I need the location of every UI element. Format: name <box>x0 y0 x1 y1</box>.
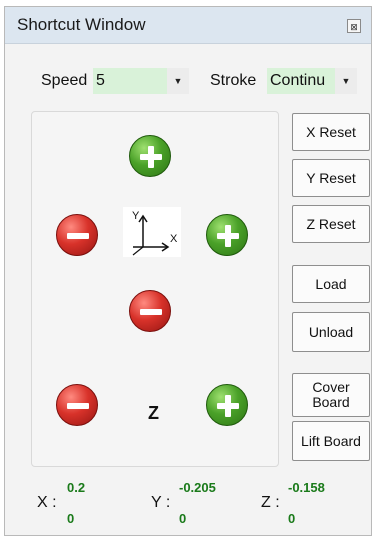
z-value: -0.158 <box>288 480 325 495</box>
cover-board-label-line2: Board <box>312 394 350 410</box>
speed-value: 5 <box>96 72 105 89</box>
stroke-select[interactable]: Continu ▼ <box>267 68 357 94</box>
axis-y-label: Y <box>132 210 140 222</box>
y-value: -0.205 <box>179 480 216 495</box>
chevron-down-icon[interactable]: ▼ <box>335 68 357 94</box>
x-value: 0.2 <box>67 480 86 495</box>
shortcut-window: Shortcut Window ⊠ Speed 5 ▼ Stroke Conti… <box>4 6 372 536</box>
z-coord-label: Z : <box>261 494 280 511</box>
title-bar[interactable]: Shortcut Window ⊠ <box>5 7 371 44</box>
stroke-value: Continu <box>270 72 326 89</box>
x-plus-button[interactable] <box>206 214 248 256</box>
y-reset-button[interactable]: Y Reset <box>292 159 370 197</box>
axis-x-label: X <box>170 233 178 245</box>
x-minus-button[interactable] <box>56 214 98 256</box>
xy-axis-icon: Y X <box>123 207 181 257</box>
lift-board-button[interactable]: Lift Board <box>292 421 370 461</box>
cover-board-label-line1: Cover <box>312 379 350 395</box>
cover-board-button[interactable]: Cover Board <box>292 373 370 417</box>
z-reset-button[interactable]: Z Reset <box>292 205 370 243</box>
x-reset-button[interactable]: X Reset <box>292 113 370 151</box>
speed-select[interactable]: 5 ▼ <box>93 68 189 94</box>
close-icon[interactable]: ⊠ <box>347 19 361 33</box>
window-title: Shortcut Window <box>17 15 146 34</box>
z-axis-label: Z <box>148 403 159 423</box>
x-origin-value: 0 <box>67 511 75 526</box>
chevron-down-icon[interactable]: ▼ <box>167 68 189 94</box>
y-plus-button[interactable] <box>129 135 171 177</box>
stroke-label: Stroke <box>210 72 257 89</box>
z-plus-button[interactable] <box>206 384 248 426</box>
speed-label: Speed <box>41 72 88 89</box>
load-button[interactable]: Load <box>292 265 370 303</box>
y-minus-button[interactable] <box>129 290 171 332</box>
x-coord-label: X : <box>37 494 57 511</box>
y-coord-label: Y : <box>151 494 171 511</box>
z-origin-value: 0 <box>288 511 296 526</box>
z-minus-button[interactable] <box>56 384 98 426</box>
unload-button[interactable]: Unload <box>292 312 370 352</box>
y-origin-value: 0 <box>179 511 187 526</box>
